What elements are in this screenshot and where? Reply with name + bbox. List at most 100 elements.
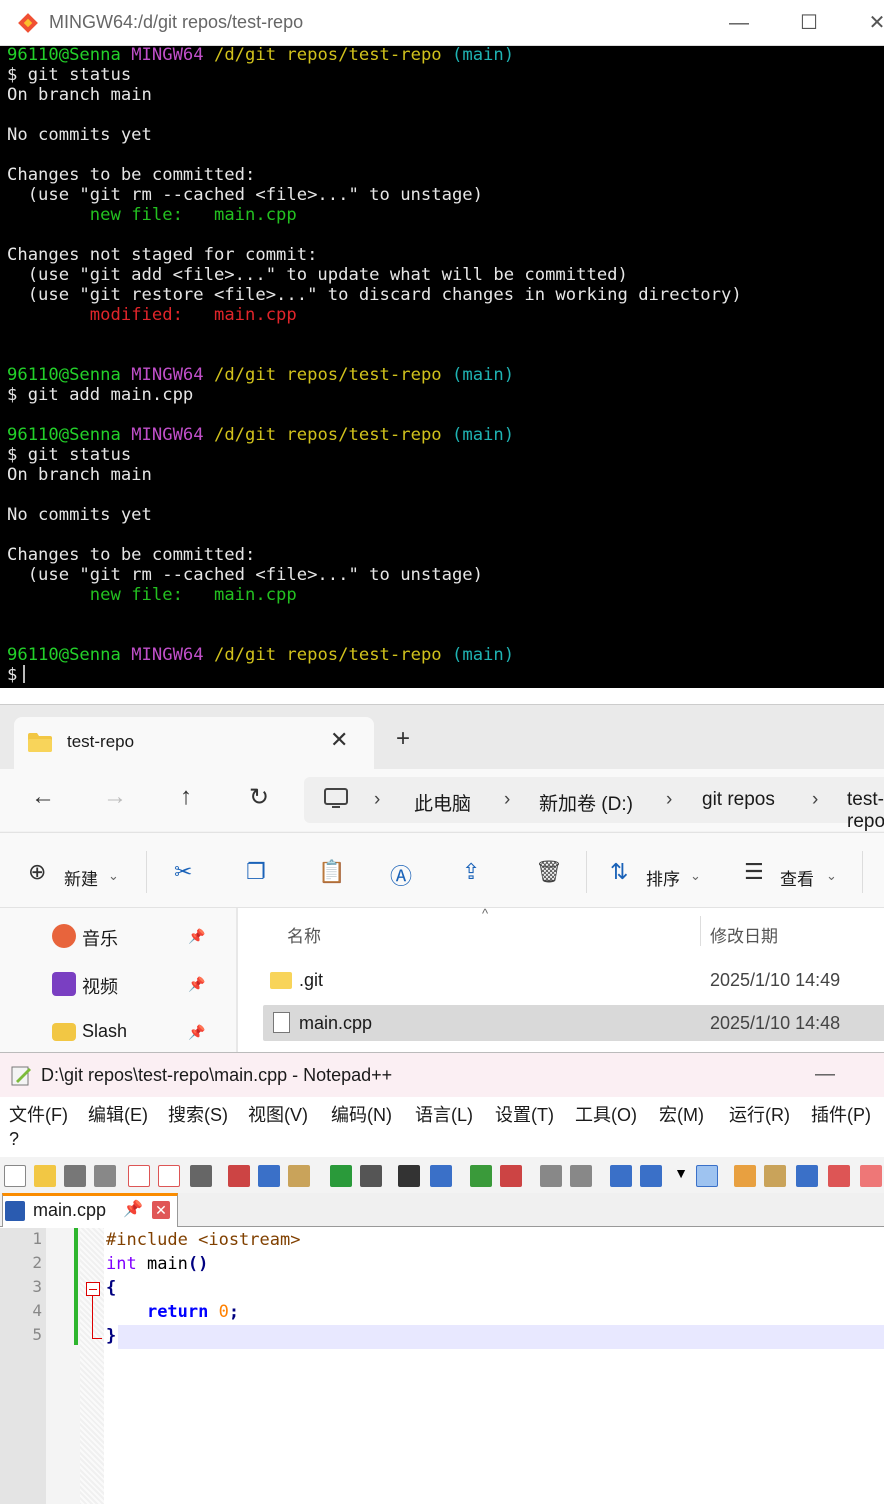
doc-map-icon[interactable]	[764, 1165, 786, 1187]
new-tab-button[interactable]: +	[396, 725, 410, 753]
new-file-icon[interactable]	[4, 1165, 26, 1187]
git-bash-window[interactable]: MINGW64:/d/git repos/test-repo — ☐ ✕ 961…	[0, 0, 884, 692]
terminal-title-bar[interactable]: MINGW64:/d/git repos/test-repo — ☐ ✕	[0, 0, 884, 46]
new-plus-icon[interactable]: ⊕	[28, 859, 46, 885]
pin-icon[interactable]: 📌	[123, 1199, 143, 1219]
menu-search[interactable]: 搜索(S)	[168, 1101, 228, 1127]
column-separator[interactable]	[700, 916, 701, 946]
menu-edit[interactable]: 编辑(E)	[88, 1101, 148, 1127]
copy-icon[interactable]	[258, 1165, 280, 1187]
word-wrap-icon[interactable]	[610, 1165, 632, 1187]
breadcrumb-test-repo[interactable]: test-repo	[847, 789, 884, 833]
function-list-icon[interactable]	[796, 1165, 818, 1187]
fold-margin[interactable]	[80, 1228, 104, 1504]
breadcrumb-separator[interactable]: ›	[812, 789, 818, 811]
file-explorer-window[interactable]: test-repo ✕ + ← → ↑ ↻ › 此电脑 › 新加卷 (D:) ›…	[0, 704, 884, 1057]
breadcrumb-this-pc[interactable]: 此电脑	[414, 789, 471, 816]
menu-run[interactable]: 运行(R)	[729, 1101, 790, 1127]
terminal-output[interactable]: 96110@Senna MINGW64 /d/git repos/test-re…	[7, 45, 884, 685]
notepad-plus-plus-window[interactable]: D:\git repos\test-repo\main.cpp - Notepa…	[0, 1052, 884, 1504]
cut-icon[interactable]	[228, 1165, 250, 1187]
code-editor[interactable]: 12345 #include <iostream> int main(){ ret…	[0, 1228, 884, 1504]
terminal-line: On branch main	[7, 465, 884, 485]
pin-icon[interactable]: 📌	[188, 976, 205, 993]
cut-icon[interactable]: ✂	[174, 859, 192, 885]
menu-plugins[interactable]: 插件(P)	[811, 1101, 871, 1127]
save-icon[interactable]	[64, 1165, 86, 1187]
language-icon[interactable]	[734, 1165, 756, 1187]
show-all-characters-icon[interactable]	[640, 1165, 662, 1187]
column-header-name[interactable]: 名称	[287, 922, 321, 947]
file-row-main-cpp[interactable]: main.cpp 2025/1/10 14:48	[263, 1005, 884, 1041]
new-button-label[interactable]: 新建	[64, 865, 98, 890]
terminal-text: $ git status	[7, 445, 132, 465]
delete-icon[interactable]: 🗑	[535, 859, 563, 885]
menu-help[interactable]: ?	[9, 1129, 19, 1150]
save-all-icon[interactable]	[94, 1165, 116, 1187]
copy-icon[interactable]: ❐	[246, 859, 266, 885]
music-icon	[52, 924, 76, 948]
menu-view[interactable]: 视图(V)	[248, 1101, 308, 1127]
share-icon[interactable]: ⇪	[462, 859, 480, 885]
zoom-in-icon[interactable]	[470, 1165, 492, 1187]
column-header-modified[interactable]: 修改日期	[710, 922, 778, 947]
sort-icon[interactable]: ⇅	[610, 859, 628, 885]
menu-macro[interactable]: 宏(M)	[659, 1101, 704, 1127]
address-bar[interactable]: › 此电脑 › 新加卷 (D:) › git repos › test-repo	[304, 777, 884, 832]
minimize-button[interactable]: —	[724, 10, 754, 36]
indent-guide-icon[interactable]	[696, 1165, 718, 1187]
close-file-icon[interactable]	[128, 1165, 150, 1187]
close-all-icon[interactable]	[158, 1165, 180, 1187]
menu-file[interactable]: 文件(F)	[9, 1101, 68, 1127]
minimize-button[interactable]: —	[810, 1061, 840, 1087]
tab-main-cpp[interactable]: main.cpp 📌 ✕	[2, 1193, 178, 1227]
code-line: }	[106, 1324, 116, 1348]
open-file-icon[interactable]	[34, 1165, 56, 1187]
dropdown-arrow-icon[interactable]: ▼	[670, 1165, 692, 1187]
menu-language[interactable]: 语言(L)	[415, 1101, 473, 1127]
rename-icon[interactable]: Ⓐ	[390, 859, 412, 891]
menu-encoding[interactable]: 编码(N)	[331, 1101, 392, 1127]
notepad-title-bar[interactable]: D:\git repos\test-repo\main.cpp - Notepa…	[0, 1053, 884, 1097]
explorer-tab[interactable]: test-repo ✕	[14, 717, 374, 769]
terminal-line: (use "git add <file>..." to update what …	[7, 265, 884, 285]
folder-as-workspace-icon[interactable]	[828, 1165, 850, 1187]
replace-icon[interactable]	[430, 1165, 452, 1187]
maximize-button[interactable]: ☐	[794, 10, 824, 36]
find-icon[interactable]	[398, 1165, 420, 1187]
pin-icon[interactable]: 📌	[188, 928, 205, 945]
file-row-git[interactable]: .git 2025/1/10 14:49	[263, 962, 884, 998]
breadcrumb-git-repos[interactable]: git repos	[702, 789, 775, 811]
forward-button[interactable]: →	[99, 783, 131, 811]
breadcrumb-separator[interactable]: ›	[374, 789, 380, 811]
chevron-down-icon[interactable]: ⌄	[108, 868, 119, 884]
breadcrumb-separator[interactable]: ›	[504, 789, 510, 811]
undo-icon[interactable]	[330, 1165, 352, 1187]
up-button[interactable]: ↑	[170, 783, 202, 811]
print-icon[interactable]	[190, 1165, 212, 1187]
view-button-label[interactable]: 查看	[780, 865, 814, 890]
menu-tools[interactable]: 工具(O)	[575, 1101, 637, 1127]
tab-close-icon[interactable]: ✕	[330, 727, 348, 753]
chevron-down-icon[interactable]: ⌄	[690, 868, 701, 884]
sync-vertical-icon[interactable]	[540, 1165, 562, 1187]
refresh-button[interactable]: ↻	[243, 783, 275, 812]
breadcrumb-separator[interactable]: ›	[666, 789, 672, 811]
close-tab-icon[interactable]: ✕	[152, 1201, 170, 1219]
paste-icon[interactable]	[288, 1165, 310, 1187]
menu-settings[interactable]: 设置(T)	[495, 1101, 554, 1127]
view-icon[interactable]: ☰	[744, 859, 764, 885]
back-button[interactable]: ←	[27, 783, 59, 811]
redo-icon[interactable]	[360, 1165, 382, 1187]
chevron-down-icon[interactable]: ⌄	[826, 868, 837, 884]
zoom-out-icon[interactable]	[500, 1165, 522, 1187]
breadcrumb-drive-d[interactable]: 新加卷 (D:)	[539, 789, 633, 816]
sort-button-label[interactable]: 排序	[646, 865, 680, 890]
pin-icon[interactable]: 📌	[188, 1024, 205, 1041]
monitoring-icon[interactable]	[860, 1165, 882, 1187]
close-button[interactable]: ✕	[862, 10, 884, 36]
sync-horizontal-icon[interactable]	[570, 1165, 592, 1187]
paste-icon[interactable]: 📋	[318, 859, 345, 885]
terminal-cursor	[23, 665, 26, 683]
